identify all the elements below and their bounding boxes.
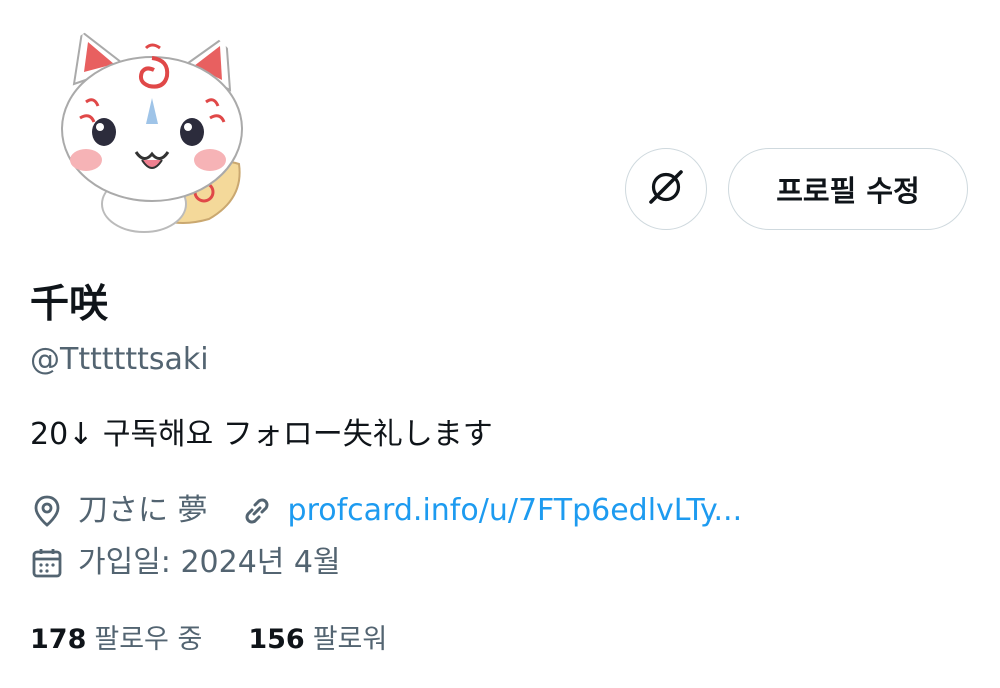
location-pin-icon (30, 494, 64, 528)
disconnected-icon (646, 167, 686, 211)
display-name: 千咲 (30, 282, 109, 327)
following-stat[interactable]: 178 팔로우 중 (30, 620, 202, 660)
join-date: 가입일: 2024년 4월 (78, 545, 341, 580)
location-text: 刀さに 夢 (78, 493, 208, 528)
user-handle: @Tttttttsaki (30, 342, 209, 377)
following-label: 팔로우 중 (94, 624, 203, 655)
profile-meta-row: 刀さに 夢 profcard.info/u/7FTp6edlvLTy... (30, 491, 742, 531)
disconnect-button[interactable] (625, 148, 707, 230)
link-icon (240, 494, 274, 528)
follow-stats: 178 팔로우 중 156 팔로워 (30, 620, 433, 660)
followers-label: 팔로워 (312, 624, 388, 655)
edit-profile-button[interactable]: 프로필 수정 (728, 148, 968, 230)
fox-mascot-image (34, 14, 260, 240)
website-link[interactable]: profcard.info/u/7FTp6edlvLTy... (288, 491, 743, 531)
followers-stat[interactable]: 156 팔로워 (248, 620, 387, 660)
calendar-icon (30, 546, 64, 580)
followers-count: 156 (248, 624, 305, 655)
profile-meta-row: 가입일: 2024년 4월 (30, 543, 341, 583)
profile-bio: 20↓ 구독해요 フォロー失礼します (30, 417, 493, 452)
following-count: 178 (30, 624, 87, 655)
profile-avatar[interactable] (34, 14, 260, 240)
